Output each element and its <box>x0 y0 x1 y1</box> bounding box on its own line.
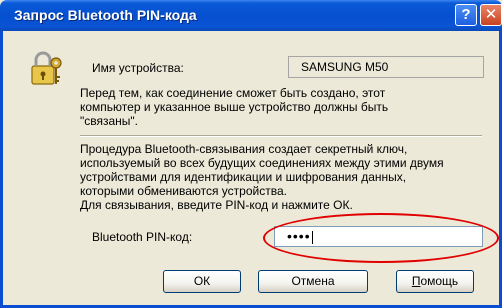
text-line: Для связывания, введите PIN-код и нажмит… <box>80 198 353 212</box>
text-line: компьютер и указанное выше устройство до… <box>80 100 389 114</box>
text-line: Процедура Bluetooth-связывания создает с… <box>80 142 408 156</box>
text-line: устройствами для идентификации и шифрова… <box>80 170 407 184</box>
device-name-field: SAMSUNG M50 <box>288 56 484 78</box>
help-title-button[interactable]: ? <box>455 4 477 26</box>
text-line: которыми обмениваются устройства. <box>80 184 287 198</box>
device-name-label: Имя устройства: <box>92 61 184 75</box>
separator <box>80 135 482 137</box>
pin-label: Bluetooth PIN-код: <box>92 230 193 244</box>
pairing-explanation-text: Процедура Bluetooth-связывания создает с… <box>80 142 480 212</box>
window-frame-left <box>0 31 3 308</box>
window-title: Запрос Bluetooth PIN-кода <box>14 7 197 23</box>
highlight-annotation <box>263 213 499 263</box>
title-bar[interactable]: Запрос Bluetooth PIN-кода ? ✕ <box>0 0 502 31</box>
text-line: "связаны". <box>80 114 139 128</box>
text-line: используемый во всех будущих соединениях… <box>80 156 444 170</box>
help-button[interactable]: Помощь <box>396 270 474 293</box>
cancel-button[interactable]: Отмена <box>258 270 368 293</box>
key-lock-icon <box>31 51 62 85</box>
ok-button[interactable]: ОК <box>163 270 241 293</box>
pairing-intro-text: Перед тем, как соединение сможет быть со… <box>80 86 480 128</box>
close-button[interactable]: ✕ <box>480 4 502 26</box>
text-line: Перед тем, как соединение сможет быть со… <box>80 86 386 100</box>
